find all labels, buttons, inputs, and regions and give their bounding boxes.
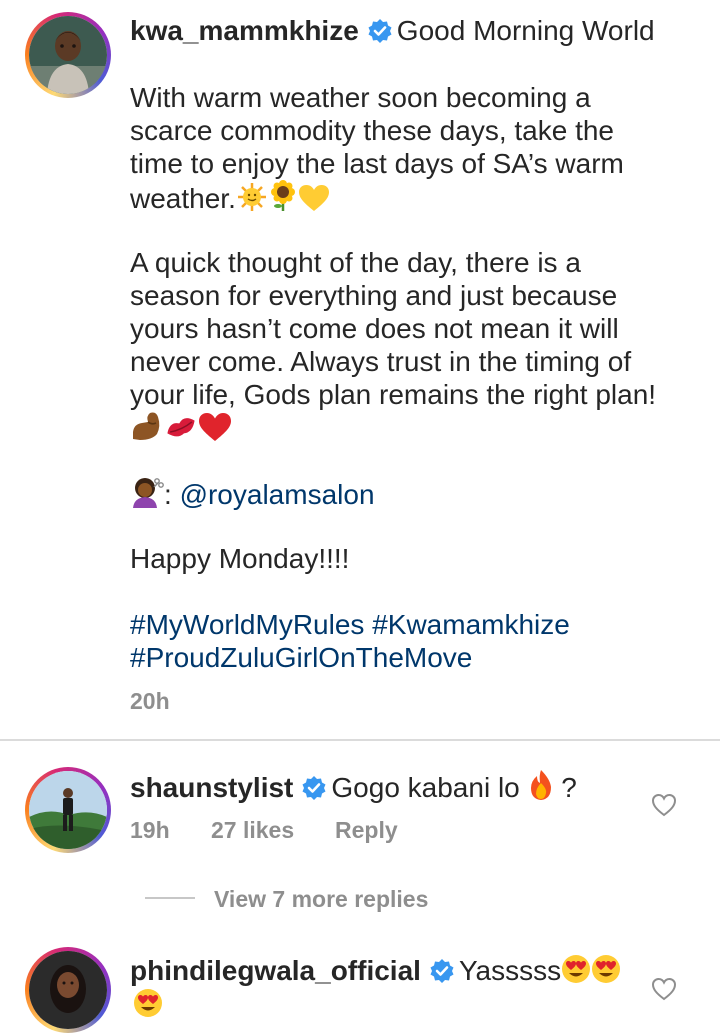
caption-line: yours hasn’t come does not mean it will (130, 313, 619, 344)
commenter-avatar[interactable] (25, 767, 111, 853)
greeting-text: Happy Monday!!!! (130, 543, 350, 574)
post-author-username[interactable]: kwa_mammkhize (130, 15, 359, 46)
comment-timestamp: 19h (130, 817, 170, 843)
caption-first-text: Good Morning World (396, 15, 655, 46)
sunflower-emoji-icon (268, 180, 298, 212)
heart-outline-icon[interactable] (651, 793, 677, 817)
replies-connector-line (145, 897, 195, 899)
caption-line: time to enjoy the last days of SA’s warm (130, 148, 624, 179)
hashtag-link[interactable]: #ProudZuluGirlOnTheMove (130, 642, 472, 673)
comment-likes-count[interactable]: 27 likes (211, 817, 294, 844)
caption-line: season for everything and just because (130, 280, 618, 311)
view-more-replies-button[interactable]: View 7 more replies (214, 886, 428, 913)
comment-line: phindilegwala_official Yasssss (130, 954, 621, 987)
caption-line: With warm weather soon becoming a (130, 82, 591, 113)
caption-first-line: kwa_mammkhize Good Morning World (130, 14, 655, 47)
comment-text: Yasssss (458, 955, 562, 986)
verified-badge-icon (367, 18, 393, 44)
commenter-avatar[interactable] (25, 947, 111, 1033)
divider (0, 739, 720, 741)
credit-line: : @royalamsalon (130, 476, 375, 511)
credit-prefix: : (164, 479, 180, 510)
heart-eyes-emoji-icon (561, 954, 591, 984)
caption-line: A quick thought of the day, there is a (130, 247, 581, 278)
comment-username[interactable]: shaunstylist (130, 772, 293, 803)
caption-line: weather. (130, 183, 236, 214)
hashtag-line: #ProudZuluGirlOnTheMove (130, 641, 472, 674)
caption-line: your life, Gods plan remains the right p… (130, 379, 657, 410)
comment-username[interactable]: phindilegwala_official (130, 955, 421, 986)
comment-text-suffix: ? (553, 772, 577, 803)
reply-button[interactable]: Reply (335, 817, 398, 844)
heart-eyes-emoji-icon (591, 954, 621, 984)
red-heart-emoji-icon (198, 412, 232, 442)
flexed-biceps-emoji-icon (130, 410, 164, 442)
fire-emoji-icon (528, 769, 554, 801)
caption-line-with-emoji: weather. (130, 180, 330, 215)
comment-text: Gogo kabani lo (331, 772, 520, 803)
post-timestamp: 20h (130, 688, 170, 714)
mention-link[interactable]: @royalamsalon (180, 479, 375, 510)
post-author-avatar[interactable] (25, 12, 111, 98)
verified-badge-icon (429, 958, 455, 984)
heart-outline-icon[interactable] (651, 977, 677, 1001)
kiss-mark-emoji-icon (164, 412, 198, 442)
hashtag-link[interactable]: #Kwamamkhize (372, 609, 570, 640)
sun-emoji-icon (236, 182, 268, 212)
heart-eyes-emoji-icon (133, 988, 163, 1018)
hashtag-line: #MyWorldMyRules #Kwamamkhize (130, 608, 570, 641)
verified-badge-icon (301, 775, 327, 801)
comment-line: shaunstylist Gogo kabani lo ? (130, 769, 577, 804)
woman-getting-haircut-emoji-icon (130, 476, 164, 508)
emoji-row (130, 410, 232, 444)
hashtag-link[interactable]: #MyWorldMyRules (130, 609, 364, 640)
caption-line: scarce commodity these days, take the (130, 115, 614, 146)
yellow-heart-emoji-icon (298, 184, 330, 212)
caption-line: never come. Always trust in the timing o… (130, 346, 632, 377)
